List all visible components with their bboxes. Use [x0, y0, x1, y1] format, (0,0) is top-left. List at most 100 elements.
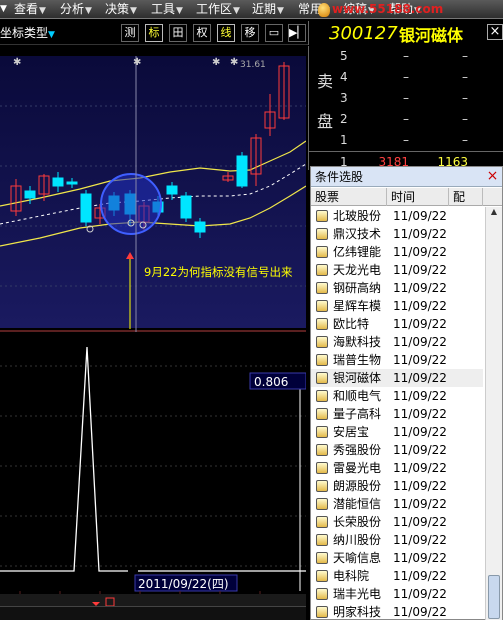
toolbar-button-2[interactable]: 田 — [169, 24, 187, 42]
stock-name-cell: 朗源股份 — [333, 479, 382, 493]
scroll-up-icon[interactable]: ▲ — [488, 207, 500, 221]
list-item[interactable]: 海默科技 11/09/22 — [311, 333, 483, 351]
list-item[interactable]: 朗源股份 11/09/22 — [311, 477, 483, 495]
stock-icon — [316, 354, 328, 366]
dropdown-arrow-icon: ▼ — [233, 6, 240, 16]
menu-item-0[interactable]: 查看▼ — [14, 1, 46, 18]
orderbook-volume: – — [462, 49, 468, 63]
orderbook-row: 3 – – — [309, 88, 503, 109]
stock-icon — [316, 282, 328, 294]
menu-item-label: 查看 — [14, 2, 39, 16]
stock-name-cell: 电科院 — [333, 569, 370, 583]
list-item[interactable]: 亿纬锂能 11/09/22 — [311, 243, 483, 261]
indicator-panel-bg — [0, 332, 306, 592]
stock-date-cell: 11/09/22 — [393, 587, 447, 601]
toolbar-button-1[interactable]: 标 — [145, 24, 163, 42]
orderbook-price: – — [403, 70, 409, 84]
list-item[interactable]: 明家科技 11/09/22 — [311, 603, 483, 620]
stock-icon — [316, 408, 328, 420]
logo-icon — [318, 2, 330, 17]
stock-date-cell: 11/09/22 — [393, 605, 447, 619]
orderbook-price: – — [403, 49, 409, 63]
stock-date-cell: 11/09/22 — [393, 533, 447, 547]
menu-item-label: 工作区 — [196, 2, 233, 16]
column-match[interactable]: 配 — [449, 188, 483, 206]
column-stock[interactable]: 股票 — [311, 188, 387, 206]
quote-header: 300127 银河磁体 × — [308, 21, 503, 45]
menu-item-label: 工具 — [151, 2, 176, 16]
menu-item-label: 分析 — [60, 2, 85, 16]
list-item[interactable]: 天龙光电 11/09/22 — [311, 261, 483, 279]
close-icon[interactable]: × — [487, 24, 503, 40]
dropdown-arrow-icon: ▼ — [48, 30, 55, 40]
stock-date-cell: 11/09/22 — [393, 209, 447, 223]
list-item[interactable]: 安居宝 11/09/22 — [311, 423, 483, 441]
list-item[interactable]: 量子高科 11/09/22 — [311, 405, 483, 423]
bottom-axis-bar — [0, 594, 306, 606]
list-item[interactable]: 瑞普生物 11/09/22 — [311, 351, 483, 369]
star-icon: ✱ — [212, 57, 220, 68]
list-item[interactable]: 电科院 11/09/22 — [311, 567, 483, 585]
order-book: 卖 盘 5– –4– –3– –2– –1– –1 3181 1163 — [308, 46, 503, 170]
vertical-scrollbar[interactable]: ▲ — [485, 207, 502, 620]
orderbook-volume: – — [462, 133, 468, 147]
stock-name-cell: 长荣股份 — [333, 515, 382, 529]
kline-chart[interactable]: ✱ ✱ ✱ ✱ 31.619月22为何指标没有信号出来0.8062011/09/22(四… — [0, 46, 306, 606]
list-item[interactable]: 潜能恒信 11/09/22 — [311, 495, 483, 513]
stock-name-cell: 明家科技 — [333, 605, 382, 619]
toolbar-button-3[interactable]: 权 — [193, 24, 211, 42]
stock-name-cell: 瑞丰光电 — [333, 587, 382, 601]
orderbook-volume: – — [462, 112, 468, 126]
toolbar-button-5[interactable]: 移 — [241, 24, 259, 42]
stock-name-cell: 潜能恒信 — [333, 497, 382, 511]
list-item[interactable]: 星辉车模 11/09/22 — [311, 297, 483, 315]
screener-title: 条件选股 — [311, 167, 502, 187]
close-icon[interactable]: × — [485, 169, 500, 184]
condition-screener-panel: 条件选股 × 股票 时间 配 北玻股份 11/09/22 鼎汉技术 11/09/22 亿… — [310, 166, 503, 620]
stock-icon — [316, 426, 328, 438]
toolbar-button-0[interactable]: 测 — [121, 24, 139, 42]
stock-name-cell: 天喻信息 — [333, 551, 382, 565]
stock-date-cell: 11/09/22 — [393, 407, 447, 421]
list-item[interactable]: 银河磁体 11/09/22 — [311, 369, 483, 387]
list-item[interactable]: 鼎汉技术 11/09/22 — [311, 225, 483, 243]
stock-icon — [316, 264, 328, 276]
dropdown-arrow-icon: ▼ — [39, 6, 46, 16]
list-item[interactable]: 雷曼光电 11/09/22 — [311, 459, 483, 477]
stock-name-cell: 银河磁体 — [333, 371, 382, 385]
stock-name-cell: 亿纬锂能 — [333, 245, 382, 259]
column-time[interactable]: 时间 — [387, 188, 449, 206]
menu-item-3[interactable]: 工具▼ — [151, 1, 183, 18]
toolbar-button-4[interactable]: 线 — [217, 24, 235, 42]
list-item[interactable]: 钢研高纳 11/09/22 — [311, 279, 483, 297]
stock-icon — [316, 498, 328, 510]
stock-name-cell: 瑞普生物 — [333, 353, 382, 367]
axis-type-selector[interactable]: 坐标类型▼ — [0, 24, 55, 41]
menu-item-5[interactable]: 近期▼ — [252, 1, 284, 18]
scrollbar-thumb[interactable] — [488, 575, 500, 619]
list-item[interactable]: 纳川股份 11/09/22 — [311, 531, 483, 549]
menu-item-1[interactable]: 分析▼ — [60, 1, 92, 18]
stock-date-cell: 11/09/22 — [393, 353, 447, 367]
menu-scroll-icon[interactable]: ▼ — [0, 1, 7, 18]
list-item[interactable]: 瑞丰光电 11/09/22 — [311, 585, 483, 603]
list-item[interactable]: 长荣股份 11/09/22 — [311, 513, 483, 531]
stock-date-cell: 11/09/22 — [393, 497, 447, 511]
stock-icon — [316, 462, 328, 474]
toolbar-button-6[interactable]: ▭ — [265, 24, 283, 42]
orderbook-row: 1 – – — [309, 130, 503, 151]
dropdown-arrow-icon: ▼ — [85, 6, 92, 16]
list-item[interactable]: 和顺电气 11/09/22 — [311, 387, 483, 405]
orderbook-price: – — [403, 112, 409, 126]
list-item[interactable]: 欧比特 11/09/22 — [311, 315, 483, 333]
orderbook-row: 5 – – — [309, 46, 503, 67]
menu-item-4[interactable]: 工作区▼ — [196, 1, 240, 18]
stock-icon — [316, 570, 328, 582]
menu-item-2[interactable]: 决策▼ — [105, 1, 137, 18]
toolbar-button-7[interactable]: ▶▏ — [288, 24, 306, 42]
list-item[interactable]: 秀强股份 11/09/22 — [311, 441, 483, 459]
axis-type-label: 坐标类型 — [0, 26, 49, 40]
list-item[interactable]: 北玻股份 11/09/22 — [311, 207, 483, 225]
chart-area[interactable]: ✱ ✱ ✱ ✱ 31.61 9月22为何指标没有信号出来 0.806 2011/09/22(四… — [0, 46, 306, 606]
list-item[interactable]: 天喻信息 11/09/22 — [311, 549, 483, 567]
